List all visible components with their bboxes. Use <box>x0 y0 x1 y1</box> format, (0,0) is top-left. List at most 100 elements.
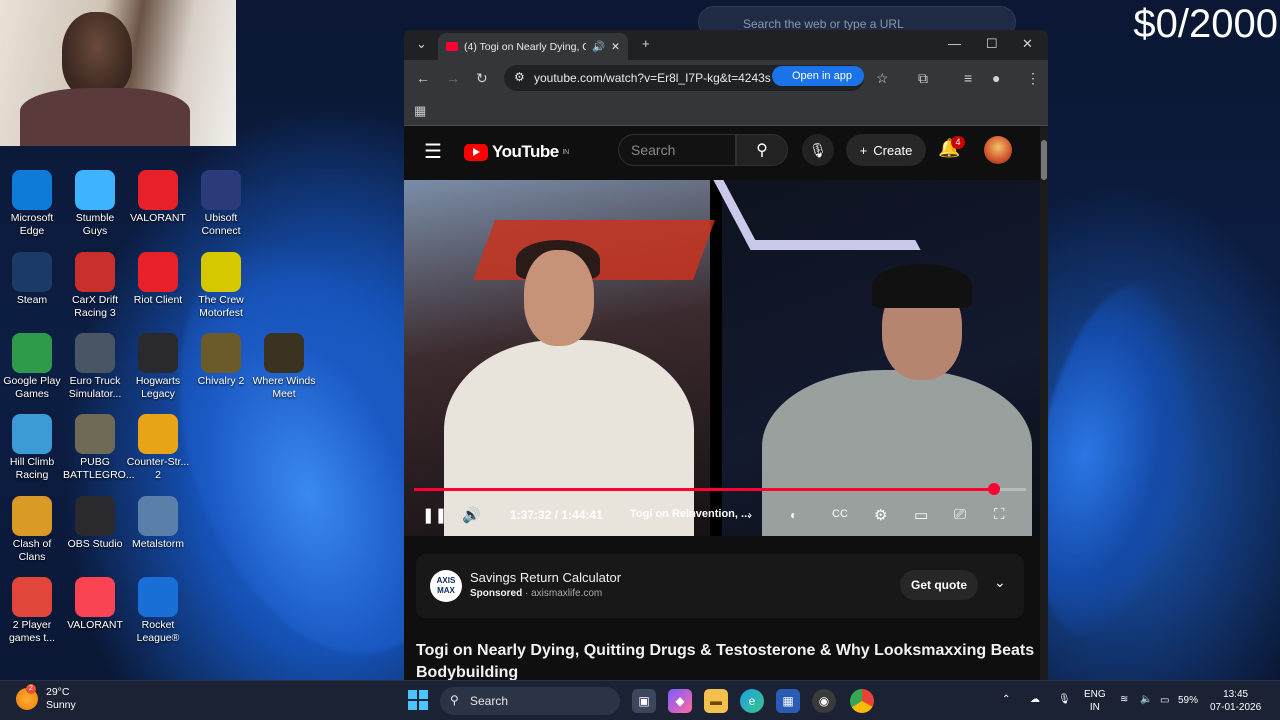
youtube-logo-text: YouTube <box>492 142 559 161</box>
create-button[interactable]: + Create <box>846 134 926 166</box>
hamburger-menu-icon[interactable]: ☰ <box>424 139 442 164</box>
desktop-shortcut[interactable]: Clash of Clans <box>0 496 64 564</box>
site-info-icon[interactable]: ⚙ <box>514 70 525 84</box>
sponsored-ad[interactable]: AXIS MAX Savings Return Calculator Spons… <box>416 554 1024 618</box>
desktop-shortcut[interactable]: OBS Studio <box>63 496 127 551</box>
wifi-icon[interactable]: ≋ <box>1120 693 1128 706</box>
desktop-shortcut[interactable]: VALORANT <box>63 577 127 632</box>
captions-icon[interactable]: CC <box>832 508 848 520</box>
desktop-shortcut[interactable]: Stumble Guys <box>63 170 127 238</box>
youtube-search-input[interactable]: Search <box>618 134 736 166</box>
video-player[interactable]: ❚❚ 🔊 1:37:32 / 1:44:41 Togi on Reinventi… <box>404 180 1040 536</box>
clock[interactable]: 13:45 07-01-2026 <box>1210 688 1261 714</box>
ad-title[interactable]: Savings Return Calculator <box>470 570 621 585</box>
desktop-shortcut[interactable]: Riot Client <box>126 252 190 307</box>
media-controls-icon[interactable]: ≡ <box>964 70 972 86</box>
menu-kebab-icon[interactable]: ⋮ <box>1026 70 1040 87</box>
desktop-shortcut[interactable]: Metalstorm <box>126 496 190 551</box>
open-in-app-button[interactable]: Open in app <box>772 66 864 86</box>
maximize-icon[interactable]: ☐ <box>986 36 998 52</box>
mic-icon[interactable]: 🎙 <box>802 134 834 166</box>
battery-icon[interactable]: ▭ <box>1160 694 1169 707</box>
desktop-shortcut[interactable]: Steam <box>0 252 64 307</box>
desktop-shortcut[interactable]: Chivalry 2 <box>189 333 253 388</box>
desktop-shortcut[interactable]: VALORANT <box>126 170 190 225</box>
weather-widget[interactable]: 2 29°C Sunny <box>16 684 76 712</box>
obs-taskbar-icon[interactable]: ◉ <box>812 689 836 713</box>
scrollbar-thumb[interactable] <box>1041 140 1047 180</box>
reload-icon[interactable]: ↻ <box>476 70 488 87</box>
taskbar-search[interactable]: ⚲ Search <box>440 687 620 715</box>
new-tab-button[interactable]: + <box>642 36 650 51</box>
chevron-up-icon[interactable]: ⌃ <box>1002 693 1010 706</box>
profile-icon[interactable]: ● <box>992 70 1000 86</box>
get-quote-button[interactable]: Get quote <box>900 570 978 600</box>
minimize-icon[interactable]: — <box>948 36 961 51</box>
progress-scrubber[interactable] <box>987 483 1000 495</box>
tab-close-icon[interactable]: ✕ <box>611 41 620 53</box>
avatar[interactable] <box>984 136 1012 164</box>
chivalry-icon <box>201 333 241 373</box>
file-explorer-icon[interactable]: ▬ <box>704 689 728 713</box>
taskbar: 2 29°C Sunny ⚲ Search ▣ ◆ ▬ e ▦ ◉ ⌃ ☁ 🎙 … <box>0 680 1280 720</box>
theater-mode-icon[interactable]: ▭ <box>914 506 928 524</box>
advertiser-logo: AXIS MAX <box>430 570 462 602</box>
tab-youtube[interactable]: (4) Togi on Nearly Dying, Q 🔊 ✕ <box>438 33 628 60</box>
language-indicator[interactable]: ENG IN <box>1084 688 1106 714</box>
edge-icon[interactable]: e <box>740 689 764 713</box>
speaker-icon[interactable]: 🔊 <box>592 40 605 53</box>
autoplay-toggle-icon[interactable]: ◐ <box>790 508 797 522</box>
desktop-shortcut[interactable]: Ubisoft Connect <box>189 170 253 238</box>
chapter-title[interactable]: Togi on Reinvention, ... <box>630 508 760 520</box>
desktop-shortcut[interactable]: 2 Player games t... <box>0 577 64 645</box>
edge-icon <box>12 170 52 210</box>
pause-icon[interactable]: ❚❚ <box>422 506 447 524</box>
chevron-down-icon[interactable]: ⌄ <box>994 574 1006 591</box>
ad-subtitle: Sponsored · axismaxlife.com <box>470 588 603 599</box>
page-scrollbar[interactable] <box>1040 126 1048 682</box>
pubg-icon <box>75 414 115 454</box>
desktop-shortcut[interactable]: CarX Drift Racing 3 <box>63 252 127 320</box>
browser-toolbar: ← → ↻ ⚙ youtube.com/watch?v=Er8l_I7P-kg&… <box>404 60 1048 96</box>
bookmark-star-icon[interactable]: ☆ <box>876 70 889 87</box>
tab-search-icon[interactable]: ⌄ <box>416 36 427 52</box>
desktop-shortcut[interactable]: PUBG BATTLEGRO... <box>63 414 135 482</box>
riot-icon <box>138 170 178 210</box>
youtube-logo[interactable]: YouTube IN <box>464 142 569 162</box>
forward-icon[interactable]: → <box>446 70 460 86</box>
onedrive-icon[interactable]: ☁ <box>1030 693 1040 706</box>
mic-tray-icon[interactable]: 🎙 <box>1058 693 1071 706</box>
chrome-taskbar-icon[interactable] <box>850 689 874 713</box>
microsoft-store-icon[interactable]: ▦ <box>776 689 800 713</box>
desktop-shortcut[interactable]: Hill Climb Racing <box>0 414 64 482</box>
desktop-shortcut[interactable]: Hogwarts Legacy <box>126 333 190 401</box>
start-button[interactable] <box>408 690 428 710</box>
search-icon[interactable]: ⚲ <box>736 134 788 166</box>
settings-gear-icon[interactable]: ⚙ <box>874 506 887 524</box>
desktop-shortcut[interactable]: Where Winds Meet <box>252 333 316 401</box>
close-window-icon[interactable]: ✕ <box>1022 36 1033 52</box>
taskbar-search-label: Search <box>470 694 509 708</box>
desktop-shortcut[interactable]: Rocket League® <box>126 577 190 645</box>
apps-grid-icon[interactable]: ▦ <box>414 103 426 119</box>
volume-tray-icon[interactable]: 🔈 <box>1140 693 1152 706</box>
desktop-shortcut[interactable]: Counter-Str... 2 <box>126 414 190 482</box>
desktop-shortcut[interactable]: The Crew Motorfest <box>189 252 253 320</box>
progress-bar[interactable] <box>414 483 1026 495</box>
task-view-icon[interactable]: ▣ <box>632 689 656 713</box>
metalstorm-icon <box>138 496 178 536</box>
weather-badge: 2 <box>26 684 36 694</box>
copilot-icon[interactable]: ◆ <box>668 689 692 713</box>
desktop-shortcut-label: Rocket League® <box>136 619 180 644</box>
volume-icon[interactable]: 🔊 <box>462 506 481 524</box>
cast-icon[interactable]: ⎚ <box>954 506 966 523</box>
back-icon[interactable]: ← <box>416 70 430 86</box>
desktop-shortcut[interactable]: Google Play Games <box>0 333 64 401</box>
desktop-shortcut[interactable]: Microsoft Edge <box>0 170 64 238</box>
desktop-shortcut[interactable]: Euro Truck Simulator... <box>63 333 127 401</box>
desktop-shortcut-label: Metalstorm <box>132 538 184 550</box>
fullscreen-icon[interactable]: ⛶ <box>994 506 1005 523</box>
browser-window: ⌄ (4) Togi on Nearly Dying, Q 🔊 ✕ + — ☐ … <box>404 30 1048 682</box>
extensions-icon[interactable]: ⧉ <box>918 70 928 87</box>
chevron-right-icon[interactable]: › <box>748 508 752 522</box>
